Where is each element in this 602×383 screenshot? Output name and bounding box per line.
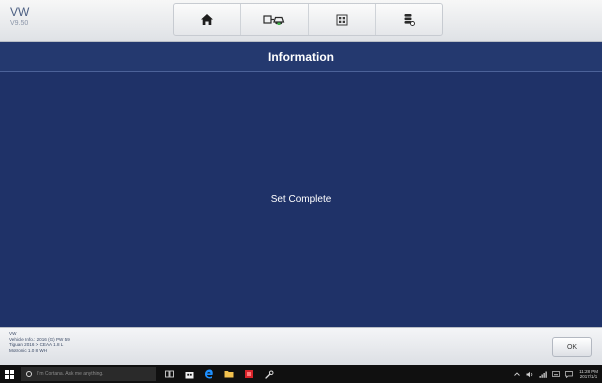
task-view-icon (164, 370, 174, 378)
file-explorer-button[interactable] (222, 367, 236, 381)
volume-button[interactable] (526, 370, 534, 378)
volume-icon (526, 371, 533, 377)
vehicle-info-footer: VW Vehicle Info.: 2016 (G) PW 59 Tiguan … (0, 327, 602, 366)
screenshot-icon (336, 14, 348, 25)
cortana-search-box[interactable]: I'm Cortana. Ask me anything. (21, 367, 156, 381)
status-message: Set Complete (270, 194, 332, 205)
tools-button[interactable] (262, 367, 276, 381)
wrench-icon (264, 370, 273, 379)
top-toolbar (173, 3, 443, 36)
app-header: VW V9.50 (0, 0, 602, 42)
data-logging-icon (404, 14, 415, 26)
vehicle-swap-button[interactable] (241, 4, 309, 35)
taskbar-clock[interactable]: 11:28 PM 2017/1/1 (579, 369, 598, 379)
store-icon (185, 371, 193, 378)
app-icon (245, 370, 253, 378)
store-button[interactable] (182, 367, 196, 381)
network-icon (539, 371, 547, 378)
vehicle-info: VW Vehicle Info.: 2016 (G) PW 59 Tiguan … (9, 331, 70, 353)
windows-taskbar: I'm Cortana. Ask me anything. 11:28 PM 2… (0, 365, 602, 383)
keyboard-icon (552, 371, 560, 377)
input-method-button[interactable] (552, 370, 560, 378)
data-logging-button[interactable] (376, 4, 442, 35)
edge-browser-button[interactable] (202, 367, 216, 381)
search-placeholder: I'm Cortana. Ask me anything. (37, 371, 104, 377)
message-icon (565, 370, 573, 378)
windows-logo-icon (4, 369, 14, 379)
vehicle-info-line: Tiguan 2016 > CEAA 1.8 L (9, 342, 64, 348)
vehicle-info-line: Motronic 1.0 8 WH (9, 347, 48, 353)
page-title: Information (268, 49, 334, 64)
vehicle-brand: VW V9.50 (10, 6, 29, 28)
folder-icon (224, 371, 234, 378)
network-button[interactable] (539, 370, 547, 378)
task-view-button[interactable] (162, 367, 176, 381)
home-icon (201, 14, 214, 25)
software-version: V9.50 (10, 20, 29, 27)
edge-browser-icon (205, 369, 213, 379)
title-bar: Information (0, 42, 602, 72)
show-hidden-icons-button[interactable] (513, 370, 521, 378)
vehicle-make: VW (10, 5, 30, 19)
vehicle-swap-icon (263, 15, 285, 25)
notifications-button[interactable] (565, 370, 573, 378)
clock-date: 2017/1/1 (579, 374, 598, 379)
cortana-icon (26, 371, 32, 377)
ok-button[interactable]: OK (552, 337, 592, 357)
home-button[interactable] (174, 4, 242, 35)
start-button[interactable] (0, 365, 18, 383)
system-tray: 11:28 PM 2017/1/1 (508, 369, 602, 379)
message-area: Set Complete (0, 72, 602, 327)
chevron-up-icon (514, 372, 520, 376)
screenshot-button[interactable] (309, 4, 376, 35)
app-button[interactable] (242, 367, 256, 381)
